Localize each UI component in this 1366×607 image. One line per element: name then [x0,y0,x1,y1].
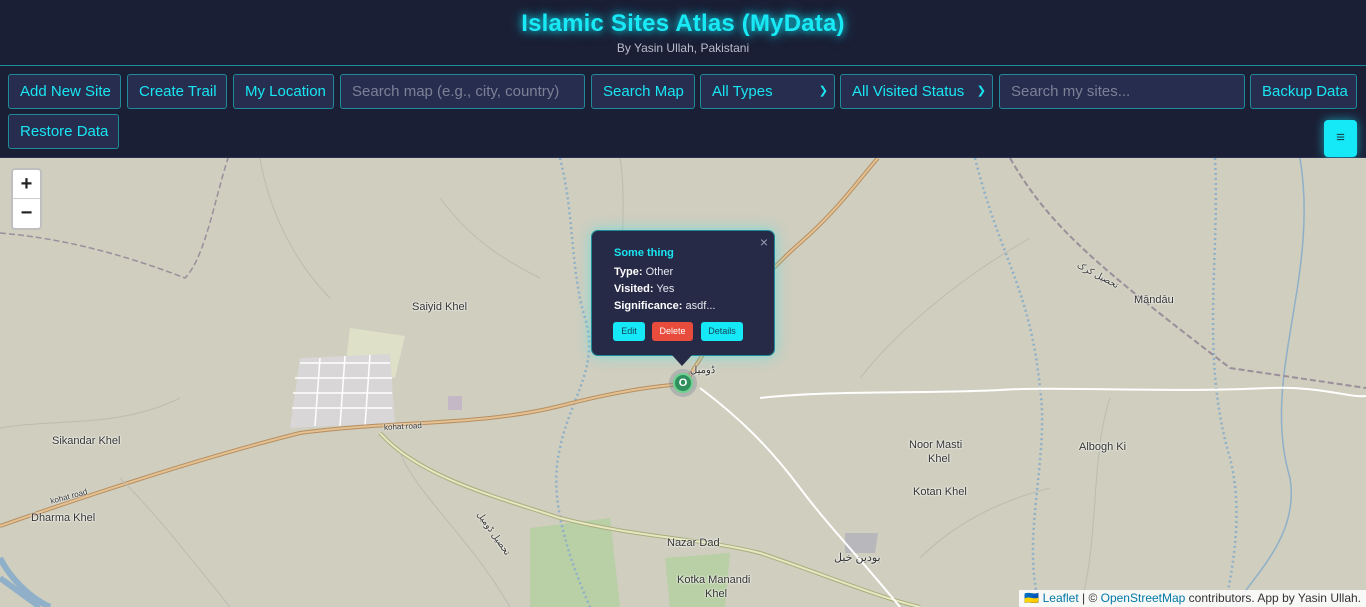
type-value: Other [645,266,674,278]
delete-button[interactable]: Delete [652,322,693,341]
osm-link[interactable]: OpenStreetMap [1101,591,1186,605]
popup-title: Some thing [614,247,674,259]
attribution-separator: | © [1078,591,1101,605]
close-icon[interactable]: × [760,234,768,250]
page-title: Islamic Sites Atlas (MyData) [521,10,845,37]
place-label: Kotan Khel [913,486,967,498]
place-label: Noor Masti [909,439,963,451]
type-label: Type: [614,266,643,278]
attribution-text: contributors. App by Yasin Ullah. [1185,591,1361,605]
leaflet-link[interactable]: Leaflet [1043,591,1079,605]
zoom-in-button[interactable]: + [13,170,40,199]
place-label: Kotka Manandi [677,574,751,586]
place-label: Dharma Khel [31,512,96,524]
place-label: Sikandar Khel [52,435,121,447]
backup-data-button[interactable]: Backup Data [1250,74,1357,109]
details-button[interactable]: Details [701,322,743,341]
search-map-button[interactable]: Search Map [591,74,695,109]
popup-significance-row: Significance: asdf... [614,300,716,312]
site-popup: × Some thing Type: Other Visited: Yes Si… [591,230,775,356]
add-site-button[interactable]: Add New Site [8,74,121,109]
type-filter-value: All Types [712,83,773,100]
significance-label: Significance: [614,300,683,312]
place-label: Nazar Dad [667,537,720,549]
site-marker[interactable]: O [669,369,697,397]
app-header: Islamic Sites Atlas (MyData) By Yasin Ul… [0,0,1366,66]
toolbar: Add New Site Create Trail My Location Se… [0,66,1366,158]
place-label: Khel [928,453,951,465]
ukraine-flag-icon: 🇺🇦 [1024,591,1040,605]
place-label: بودین خیل [834,552,881,564]
visited-value: Yes [656,283,675,295]
chevron-down-icon: ❯ [976,85,986,97]
visited-label: Visited: [614,283,654,295]
my-location-button[interactable]: My Location [233,74,334,109]
chevron-down-icon: ❯ [818,85,828,97]
edit-button[interactable]: Edit [613,322,645,341]
type-filter-select[interactable]: All Types ❯ [700,74,835,109]
visited-filter-value: All Visited Status [852,83,965,100]
place-label: Albogh Ki [1079,441,1127,453]
popup-type-row: Type: Other [614,266,673,278]
marker-icon: O [673,373,693,393]
significance-value: asdf... [685,300,716,312]
site-search-input[interactable]: Search my sites... [999,74,1245,109]
restore-data-button[interactable]: Restore Data [8,114,119,149]
map-attribution: 🇺🇦 Leaflet | © OpenStreetMap contributor… [1019,590,1366,607]
zoom-out-button[interactable]: − [13,199,40,228]
zoom-control: + − [11,168,42,230]
visited-filter-select[interactable]: All Visited Status ❯ [840,74,993,109]
map-search-input[interactable]: Search map (e.g., city, country) [340,74,585,109]
place-label: Māndāu [1134,294,1174,306]
popup-tip [672,355,692,366]
place-label: Saiyid Khel [412,301,468,313]
hamburger-icon[interactable]: ≡ [1324,120,1357,157]
create-trail-button[interactable]: Create Trail [127,74,227,109]
popup-visited-row: Visited: Yes [614,283,674,295]
place-label: Khel [705,588,728,600]
page-subtitle: By Yasin Ullah, Pakistani [616,41,750,55]
